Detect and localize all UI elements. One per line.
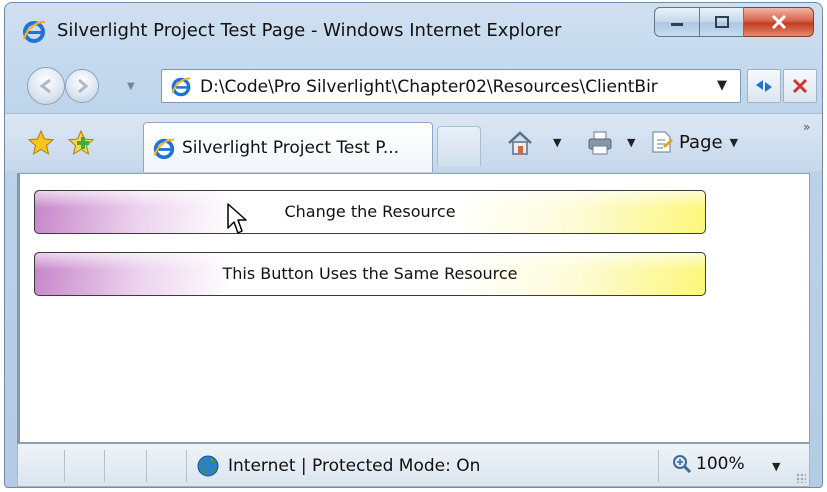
globe-icon bbox=[197, 455, 219, 477]
new-tab-button[interactable] bbox=[437, 126, 481, 166]
chevron-down-icon: ▼ bbox=[729, 135, 739, 149]
page-content: Change the Resource This Button Uses the… bbox=[17, 173, 810, 443]
home-icon[interactable] bbox=[505, 128, 535, 158]
home-dropdown[interactable]: ▼ bbox=[553, 136, 561, 149]
more-commands-icon[interactable]: » bbox=[803, 120, 810, 134]
print-dropdown[interactable]: ▼ bbox=[627, 136, 635, 149]
status-divider bbox=[104, 450, 105, 482]
zoom-level-button[interactable]: 100% bbox=[672, 454, 745, 474]
ie-logo-icon bbox=[171, 77, 191, 97]
title-bar: Silverlight Project Test Page - Windows … bbox=[5, 3, 822, 57]
maximize-button[interactable] bbox=[700, 7, 744, 37]
back-icon bbox=[39, 78, 51, 94]
stop-button[interactable] bbox=[783, 69, 817, 103]
tab-label: Silverlight Project Test P... bbox=[182, 138, 400, 158]
page-menu-button[interactable]: Page ▼ bbox=[651, 130, 738, 154]
page-menu-label: Page bbox=[679, 131, 723, 153]
tab-bar: Silverlight Project Test P... ▼ ▼ Page ▼… bbox=[5, 113, 822, 172]
zoom-icon bbox=[673, 455, 692, 474]
stop-icon bbox=[792, 78, 808, 94]
ie-logo-icon bbox=[153, 138, 175, 160]
status-divider bbox=[186, 450, 187, 482]
refresh-icon bbox=[756, 80, 772, 92]
status-bar: Internet | Protected Mode: On 100% ▼ bbox=[17, 443, 810, 487]
minimize-icon bbox=[671, 23, 683, 26]
window-title: Silverlight Project Test Page - Windows … bbox=[57, 20, 562, 41]
address-bar[interactable]: D:\Code\Pro Silverlight\Chapter02\Resour… bbox=[161, 69, 741, 103]
recent-pages-dropdown[interactable]: ▼ bbox=[127, 81, 135, 92]
address-text[interactable]: D:\Code\Pro Silverlight\Chapter02\Resour… bbox=[200, 77, 700, 97]
browser-window: Silverlight Project Test Page - Windows … bbox=[4, 2, 823, 488]
forward-button[interactable] bbox=[65, 69, 99, 103]
status-divider bbox=[64, 450, 65, 482]
caption-buttons bbox=[654, 7, 814, 37]
forward-icon bbox=[78, 78, 89, 94]
navigation-bar: ▼ D:\Code\Pro Silverlight\Chapter02\Reso… bbox=[5, 59, 822, 111]
address-dropdown[interactable]: ▼ bbox=[717, 78, 727, 93]
status-divider bbox=[658, 450, 659, 482]
zoom-level: 100% bbox=[696, 454, 745, 474]
add-favorites-icon[interactable] bbox=[67, 129, 95, 157]
minimize-button[interactable] bbox=[654, 7, 700, 37]
back-button[interactable] bbox=[27, 67, 65, 105]
resize-grip[interactable] bbox=[796, 473, 806, 483]
change-resource-button[interactable]: Change the Resource bbox=[34, 190, 706, 234]
tab-silverlight-test-page[interactable]: Silverlight Project Test P... bbox=[143, 122, 433, 172]
refresh-button[interactable] bbox=[747, 69, 781, 103]
same-resource-button[interactable]: This Button Uses the Same Resource bbox=[34, 252, 706, 296]
close-button[interactable] bbox=[744, 7, 814, 37]
print-icon[interactable] bbox=[585, 128, 615, 158]
favorites-star-icon[interactable] bbox=[27, 129, 55, 157]
zoom-dropdown[interactable]: ▼ bbox=[772, 460, 780, 473]
close-icon bbox=[771, 14, 786, 30]
maximize-icon bbox=[714, 16, 729, 28]
security-zone-text[interactable]: Internet | Protected Mode: On bbox=[228, 456, 480, 476]
status-divider bbox=[146, 450, 147, 482]
ie-logo-icon bbox=[22, 20, 46, 43]
page-icon bbox=[652, 131, 673, 153]
